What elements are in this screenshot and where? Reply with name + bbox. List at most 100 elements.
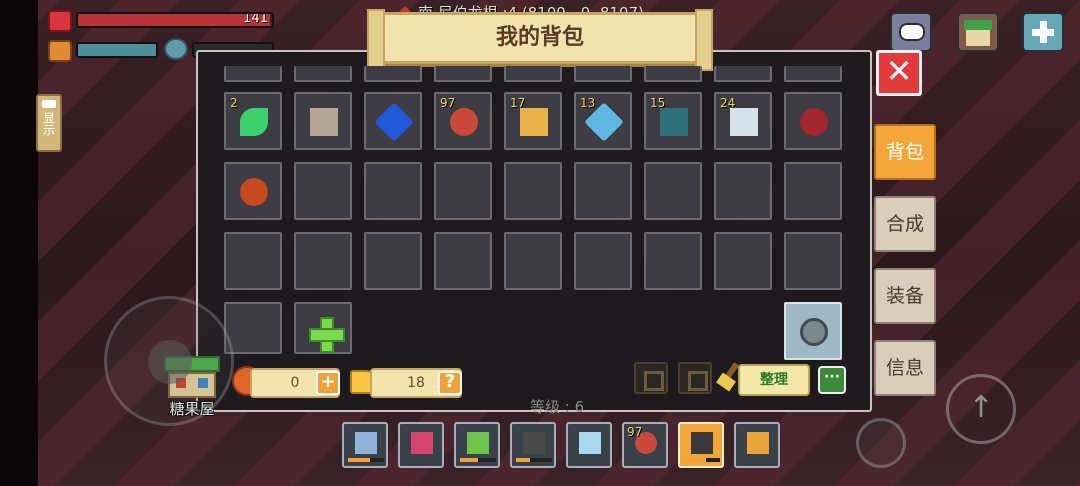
white-shell-icon xyxy=(730,108,758,136)
hotbar-slot[interactable]: 97 xyxy=(622,422,668,468)
ice-block-icon xyxy=(579,432,601,454)
inventory-slot-partial[interactable] xyxy=(784,66,842,82)
inventory-slot[interactable] xyxy=(784,232,842,290)
joystick-knob[interactable] xyxy=(148,340,192,384)
inventory-slot[interactable] xyxy=(224,302,282,354)
hotbar-slot[interactable] xyxy=(678,422,724,468)
inventory-slot[interactable]: 2 xyxy=(224,92,282,150)
inventory-slot[interactable] xyxy=(294,232,352,290)
red-meat-icon xyxy=(800,108,828,136)
inventory-slot[interactable] xyxy=(714,232,772,290)
inventory-slot-partial[interactable] xyxy=(504,66,562,82)
expand-slots-button[interactable] xyxy=(294,302,352,354)
inventory-slot[interactable] xyxy=(714,162,772,220)
sort-button[interactable]: 整理 xyxy=(738,364,810,396)
item-count: 2 xyxy=(230,96,238,110)
inventory-slot-partial[interactable] xyxy=(574,66,632,82)
furnace-icon[interactable] xyxy=(634,362,668,394)
inventory-slot-partial[interactable] xyxy=(714,66,772,82)
inventory-slot[interactable] xyxy=(224,232,282,290)
inventory-slot[interactable]: 97 xyxy=(434,92,492,150)
inventory-slot[interactable] xyxy=(574,162,632,220)
chat-button[interactable] xyxy=(890,12,932,52)
item-count: 97 xyxy=(627,425,643,439)
hotbar-slot[interactable] xyxy=(398,422,444,468)
player-level: 等级 : 6 xyxy=(530,398,585,416)
blade-icon xyxy=(691,432,713,454)
close-button[interactable]: ✕ xyxy=(876,50,922,96)
inventory-slot-partial[interactable] xyxy=(294,66,352,82)
coin-add-button[interactable]: + xyxy=(316,371,340,395)
meat-icon xyxy=(450,108,478,136)
food-icon xyxy=(48,40,72,62)
green-leaf-icon xyxy=(240,108,268,136)
inventory-slot[interactable] xyxy=(294,92,352,150)
item-count: 24 xyxy=(720,96,736,110)
shop-icon xyxy=(964,20,992,30)
cheese-help-button[interactable]: ? xyxy=(438,371,462,395)
inventory-slot[interactable]: 17 xyxy=(504,92,562,150)
hotbar-slot[interactable] xyxy=(454,422,500,468)
chat-bubble-icon xyxy=(899,23,925,41)
inventory-slot-partial[interactable] xyxy=(224,66,282,82)
horse-icon[interactable] xyxy=(678,362,712,394)
inventory-slot[interactable] xyxy=(224,162,282,220)
chat-mini-icon xyxy=(42,100,56,108)
more-options-button[interactable]: ··· xyxy=(818,366,846,394)
hotbar-slot[interactable] xyxy=(510,422,556,468)
show-toggle-label: 显示 xyxy=(41,112,56,136)
inventory-slot[interactable]: 24 xyxy=(714,92,772,150)
inventory-slot[interactable] xyxy=(364,162,422,220)
durability-bar xyxy=(460,458,496,462)
hotbar-slot[interactable] xyxy=(566,422,612,468)
sneak-button[interactable] xyxy=(856,418,906,468)
inventory-slot[interactable] xyxy=(294,162,352,220)
red-shovel-icon xyxy=(411,432,433,454)
inventory-slot[interactable]: 13 xyxy=(574,92,632,150)
cheese-value: 18 xyxy=(407,375,425,391)
beer-mug-icon xyxy=(747,432,769,454)
inventory-slot[interactable] xyxy=(364,92,422,150)
inventory-slot[interactable] xyxy=(434,232,492,290)
green-plus-icon xyxy=(309,317,345,353)
inventory-slot[interactable] xyxy=(574,232,632,290)
menu-tab-3[interactable]: 信息 xyxy=(874,340,936,396)
dark-sword-icon xyxy=(523,432,545,454)
inventory-slot[interactable] xyxy=(644,232,702,290)
hotbar-slot[interactable] xyxy=(342,422,388,468)
jump-button[interactable]: ↑ xyxy=(946,374,1016,444)
heart-icon xyxy=(48,10,72,32)
green-pick-icon xyxy=(467,432,489,454)
inventory-slot[interactable] xyxy=(434,162,492,220)
inventory-slot[interactable] xyxy=(504,232,562,290)
inventory-slot[interactable]: 15 xyxy=(644,92,702,150)
health-bar-fill xyxy=(78,14,271,26)
inventory-slot-partial[interactable] xyxy=(644,66,702,82)
screen-edge xyxy=(0,0,38,486)
panel-title: 我的背包 xyxy=(367,9,713,71)
dark-fish-icon xyxy=(660,108,688,136)
inventory-slot[interactable] xyxy=(784,162,842,220)
add-button[interactable] xyxy=(1022,12,1064,52)
show-toggle-tab[interactable]: 显示 xyxy=(36,94,62,152)
blue-gem-icon xyxy=(374,102,414,142)
shop-button[interactable] xyxy=(957,12,999,52)
item-count: 13 xyxy=(580,96,596,110)
item-count: 97 xyxy=(440,96,456,110)
trash-slot[interactable] xyxy=(784,302,842,360)
inventory-slot-partial[interactable] xyxy=(434,66,492,82)
lava-rock-icon xyxy=(240,178,268,206)
inventory-slot[interactable] xyxy=(644,162,702,220)
item-count: 15 xyxy=(650,96,666,110)
inventory-slot[interactable] xyxy=(364,232,422,290)
hunger-bar xyxy=(76,42,158,58)
inventory-slot[interactable] xyxy=(504,162,562,220)
health-value: 141 xyxy=(243,12,268,26)
menu-tab-1[interactable]: 合成 xyxy=(874,196,936,252)
menu-tab-0[interactable]: 背包 xyxy=(874,124,936,180)
inventory-slot-partial[interactable] xyxy=(364,66,422,82)
menu-tab-2[interactable]: 装备 xyxy=(874,268,936,324)
hotbar-slot[interactable] xyxy=(734,422,780,468)
inventory-slot[interactable] xyxy=(784,92,842,150)
trash-icon xyxy=(800,318,828,346)
